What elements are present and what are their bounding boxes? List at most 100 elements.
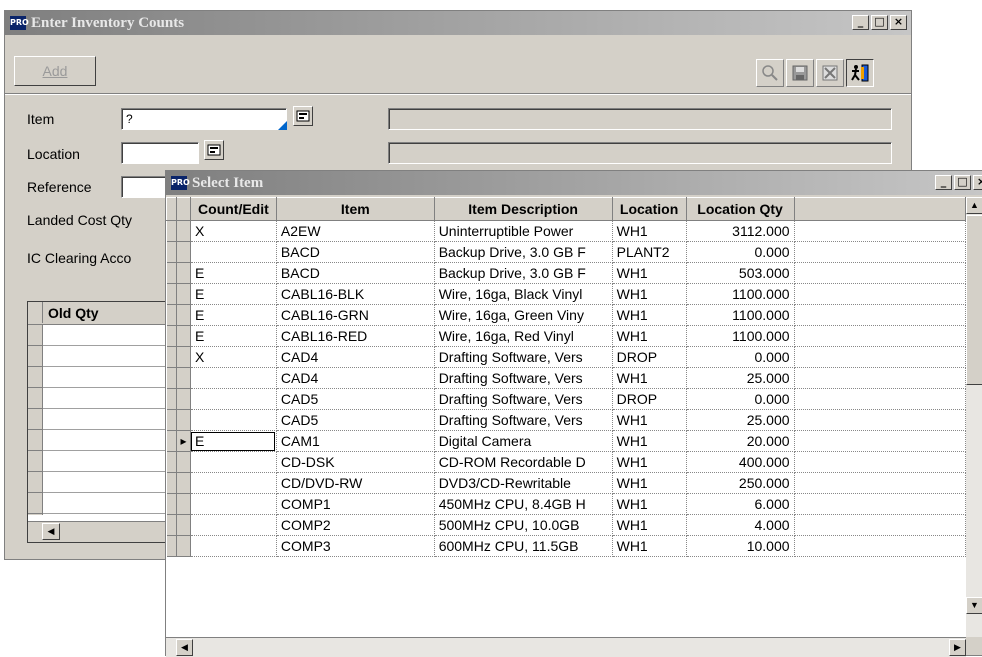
- scroll-down-icon[interactable]: ▼: [966, 597, 982, 614]
- table-row[interactable]: E CABL16-RED Wire, 16ga, Red Vinyl WH1 1100.…: [166, 325, 966, 347]
- cell-location-qty[interactable]: 4.000: [686, 514, 795, 536]
- cell-location-qty[interactable]: 0.000: [686, 388, 795, 410]
- row-header[interactable]: [176, 262, 191, 284]
- exit-icon[interactable]: [846, 59, 874, 87]
- cell-count-edit[interactable]: [190, 409, 277, 431]
- maximize-icon[interactable]: □: [871, 15, 888, 30]
- vscroll-thumb[interactable]: [966, 215, 982, 385]
- main-title-bar[interactable]: PRO Enter Inventory Counts _ □ ×: [5, 11, 911, 35]
- cell-count-edit[interactable]: X: [190, 220, 277, 242]
- cell-count-edit[interactable]: [190, 472, 277, 494]
- cell-location[interactable]: WH1: [612, 262, 687, 284]
- table-row[interactable]: CAD5 Drafting Software, Vers WH1 25.000: [166, 409, 966, 431]
- cell-count-edit[interactable]: E: [190, 304, 277, 326]
- cell-item-description[interactable]: Wire, 16ga, Black Vinyl: [434, 283, 613, 305]
- cell-item-description[interactable]: Drafting Software, Vers: [434, 388, 613, 410]
- cell-location[interactable]: WH1: [612, 514, 687, 536]
- select-item-hscroll[interactable]: ◀ ▶: [166, 637, 966, 657]
- cell-item[interactable]: CABL16-GRN: [276, 304, 435, 326]
- cell-location[interactable]: WH1: [612, 367, 687, 389]
- hscroll-left-icon[interactable]: ◀: [176, 639, 193, 656]
- row-header[interactable]: [176, 409, 191, 431]
- row-header[interactable]: [176, 346, 191, 368]
- table-row[interactable]: CD/DVD-RW DVD3/CD-Rewritable WH1 250.000: [166, 472, 966, 494]
- cell-item-description[interactable]: Backup Drive, 3.0 GB F: [434, 262, 613, 284]
- table-row[interactable]: X CAD4 Drafting Software, Vers DROP 0.000: [166, 346, 966, 368]
- cell-item[interactable]: CABL16-BLK: [276, 283, 435, 305]
- cell-location-qty[interactable]: 0.000: [686, 346, 795, 368]
- cell-item-description[interactable]: Wire, 16ga, Green Viny: [434, 304, 613, 326]
- close-icon[interactable]: ×: [890, 15, 907, 30]
- cell-item[interactable]: COMP3: [276, 535, 435, 557]
- col-header-location-qty[interactable]: Location Qty: [685, 197, 795, 221]
- cell-count-edit[interactable]: [190, 514, 277, 536]
- cell-count-edit[interactable]: E: [190, 325, 277, 347]
- row-header[interactable]: [176, 493, 191, 515]
- cell-location-qty[interactable]: 25.000: [686, 409, 795, 431]
- row-header[interactable]: [176, 535, 191, 557]
- cell-item-description[interactable]: 600MHz CPU, 11.5GB: [434, 535, 613, 557]
- cell-location[interactable]: DROP: [612, 388, 687, 410]
- row-header[interactable]: [176, 283, 191, 305]
- table-row[interactable]: ▸ E CAM1 Digital Camera WH1 20.000: [166, 430, 966, 452]
- cell-item[interactable]: CAD4: [276, 346, 435, 368]
- table-row[interactable]: X A2EW Uninterruptible Power WH1 3112.000: [166, 220, 966, 242]
- cell-count-edit[interactable]: [190, 241, 277, 263]
- cell-location[interactable]: WH1: [612, 535, 687, 557]
- cell-location[interactable]: WH1: [612, 304, 687, 326]
- table-row[interactable]: CAD5 Drafting Software, Vers DROP 0.000: [166, 388, 966, 410]
- col-header-count-edit[interactable]: Count/Edit: [189, 197, 277, 221]
- cell-location-qty[interactable]: 1100.000: [686, 283, 795, 305]
- row-header[interactable]: [176, 514, 191, 536]
- cell-item[interactable]: CAD5: [276, 409, 435, 431]
- cell-location[interactable]: WH1: [612, 430, 687, 452]
- dialog-minimize-icon[interactable]: _: [935, 175, 952, 190]
- old-qty-header[interactable]: Old Qty: [48, 305, 99, 321]
- table-row[interactable]: BACD Backup Drive, 3.0 GB F PLANT2 0.000: [166, 241, 966, 263]
- select-item-grid[interactable]: Count/Edit Item Item Description Locatio…: [166, 197, 966, 637]
- add-button[interactable]: Add: [14, 56, 96, 86]
- cell-location-qty[interactable]: 0.000: [686, 241, 795, 263]
- cell-item[interactable]: CAD4: [276, 367, 435, 389]
- cell-item-description[interactable]: Drafting Software, Vers: [434, 367, 613, 389]
- scroll-up-icon[interactable]: ▲: [966, 197, 982, 214]
- cell-item[interactable]: COMP1: [276, 493, 435, 515]
- row-header[interactable]: [176, 304, 191, 326]
- cell-location-qty[interactable]: 1100.000: [686, 325, 795, 347]
- cell-count-edit[interactable]: [190, 388, 277, 410]
- row-header[interactable]: [176, 325, 191, 347]
- cell-location[interactable]: WH1: [612, 493, 687, 515]
- cell-item-description[interactable]: Drafting Software, Vers: [434, 346, 613, 368]
- row-header[interactable]: [176, 472, 191, 494]
- cell-location[interactable]: WH1: [612, 283, 687, 305]
- cell-location[interactable]: WH1: [612, 451, 687, 473]
- cell-count-edit[interactable]: [190, 493, 277, 515]
- location-field[interactable]: [121, 142, 199, 164]
- row-header[interactable]: [176, 367, 191, 389]
- cell-location-qty[interactable]: 6.000: [686, 493, 795, 515]
- cell-count-edit[interactable]: E: [190, 283, 277, 305]
- cell-location[interactable]: DROP: [612, 346, 687, 368]
- row-header[interactable]: [176, 451, 191, 473]
- delete-icon[interactable]: [816, 59, 844, 87]
- select-item-vscroll[interactable]: ▲ ▼: [966, 197, 982, 637]
- dialog-maximize-icon[interactable]: □: [954, 175, 971, 190]
- table-row[interactable]: CD-DSK CD-ROM Recordable D WH1 400.000: [166, 451, 966, 473]
- row-header[interactable]: [176, 241, 191, 263]
- table-row[interactable]: COMP3 600MHz CPU, 11.5GB WH1 10.000: [166, 535, 966, 557]
- cell-location-qty[interactable]: 10.000: [686, 535, 795, 557]
- minimize-icon[interactable]: _: [852, 15, 869, 30]
- cell-item-description[interactable]: 500MHz CPU, 10.0GB: [434, 514, 613, 536]
- cell-location-qty[interactable]: 25.000: [686, 367, 795, 389]
- dialog-close-icon[interactable]: ×: [973, 175, 982, 190]
- cell-location-qty[interactable]: 400.000: [686, 451, 795, 473]
- save-icon[interactable]: [786, 59, 814, 87]
- cell-item[interactable]: CD/DVD-RW: [276, 472, 435, 494]
- cell-count-edit[interactable]: [190, 535, 277, 557]
- cell-location-qty[interactable]: 250.000: [686, 472, 795, 494]
- col-header-item-description[interactable]: Item Description: [433, 197, 613, 221]
- cell-item[interactable]: BACD: [276, 241, 435, 263]
- cell-item-description[interactable]: Digital Camera: [434, 430, 613, 452]
- cell-item-description[interactable]: CD-ROM Recordable D: [434, 451, 613, 473]
- cell-item-description[interactable]: 450MHz CPU, 8.4GB H: [434, 493, 613, 515]
